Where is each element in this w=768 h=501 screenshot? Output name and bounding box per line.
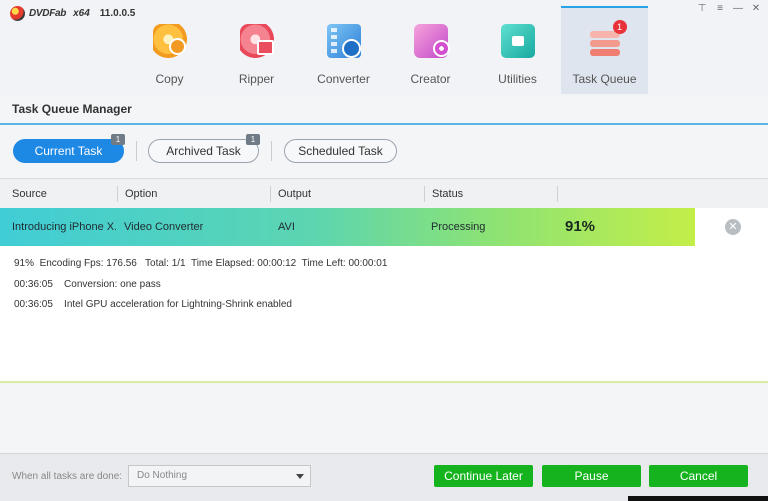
- task-log-panel: 91% Encoding Fps: 176.56 Total: 1/1 Time…: [0, 246, 768, 383]
- window-controls: ⊤ ≡ — ✕: [696, 3, 762, 15]
- tab-count-badge: 1: [111, 134, 125, 145]
- tab-label: Current Task: [34, 144, 103, 158]
- task-option: Video Converter: [124, 221, 204, 233]
- pause-button[interactable]: Pause: [542, 465, 641, 487]
- column-header-status[interactable]: Status: [424, 179, 463, 209]
- tab-divider: [271, 141, 272, 161]
- task-queue-badge: 1: [612, 20, 627, 34]
- nav-label: Copy: [155, 72, 184, 86]
- nav-converter[interactable]: Converter: [300, 6, 387, 94]
- nav-task-queue[interactable]: 1 Task Queue: [561, 6, 648, 94]
- nav-creator[interactable]: Creator: [387, 6, 474, 94]
- log-line: 00:36:05 Conversion: one pass: [14, 279, 161, 290]
- task-status: Processing: [431, 221, 486, 233]
- nav-label: Creator: [410, 72, 451, 86]
- module-nav: Copy Ripper Converter Creator Utilities …: [126, 6, 648, 94]
- nav-label: Utilities: [498, 72, 537, 86]
- task-output: AVI: [278, 221, 295, 233]
- logo-text: DVDFab: [29, 7, 67, 19]
- task-source: Introducing iPhone X...: [12, 221, 116, 233]
- app-header: DVDFab x64 11.0.0.5 ⊤ ≡ — ✕ Copy Ripper …: [0, 0, 768, 96]
- nav-label: Task Queue: [572, 72, 637, 86]
- app-logo: DVDFab x64 11.0.0.5: [10, 5, 135, 21]
- log-line: 00:36:05 Intel GPU acceleration for Ligh…: [14, 299, 292, 310]
- task-table-header: Source Option Output Status: [0, 178, 768, 208]
- nav-copy[interactable]: Copy: [126, 6, 213, 94]
- task-tabs: Current Task 1 Archived Task 1 Scheduled…: [0, 125, 768, 177]
- tab-divider: [136, 141, 137, 161]
- pin-icon[interactable]: ⊤: [696, 3, 708, 15]
- tab-scheduled-task[interactable]: Scheduled Task: [284, 139, 397, 163]
- column-header-option[interactable]: Option: [117, 179, 157, 209]
- app-arch: x64: [73, 7, 90, 19]
- creator-icon: [413, 24, 450, 58]
- page-title: Task Queue Manager: [12, 102, 132, 116]
- column-header-source[interactable]: Source: [4, 179, 47, 209]
- minimize-icon[interactable]: —: [732, 3, 744, 15]
- screen-edge: [628, 496, 768, 501]
- continue-later-button[interactable]: Continue Later: [434, 465, 533, 487]
- tab-archived-task[interactable]: Archived Task 1: [148, 134, 260, 163]
- task-queue-icon: 1: [588, 20, 627, 60]
- nav-label: Converter: [317, 72, 370, 86]
- queue-empty-area: [0, 385, 768, 453]
- copy-disc-icon: [152, 24, 187, 58]
- select-value: Do Nothing: [137, 470, 188, 481]
- nav-utilities[interactable]: Utilities: [474, 6, 561, 94]
- tab-current-task[interactable]: Current Task 1: [13, 134, 125, 163]
- cancel-button[interactable]: Cancel: [649, 465, 748, 487]
- nav-ripper[interactable]: Ripper: [213, 6, 300, 94]
- converter-film-icon: [326, 24, 361, 58]
- utilities-toolbox-icon: [500, 24, 535, 58]
- after-done-select[interactable]: Do Nothing: [128, 465, 311, 487]
- tab-label: Archived Task: [166, 144, 241, 158]
- tab-label: Scheduled Task: [298, 144, 383, 158]
- close-icon[interactable]: ✕: [750, 3, 762, 15]
- menu-icon[interactable]: ≡: [714, 3, 726, 15]
- column-header-output[interactable]: Output: [270, 179, 311, 209]
- log-line: 91% Encoding Fps: 176.56 Total: 1/1 Time…: [14, 258, 388, 269]
- tab-count-badge: 1: [246, 134, 260, 145]
- footer-bar: When all tasks are done: Do Nothing Cont…: [0, 453, 768, 501]
- task-percent: 91%: [565, 218, 596, 235]
- chevron-down-icon: [296, 474, 304, 479]
- remove-task-icon[interactable]: ✕: [725, 219, 741, 235]
- ripper-disc-icon: [239, 24, 274, 58]
- after-done-label: When all tasks are done:: [12, 471, 123, 482]
- nav-label: Ripper: [238, 72, 275, 86]
- table-row[interactable]: Introducing iPhone X... Video Converter …: [0, 208, 768, 246]
- column-divider: [557, 186, 558, 202]
- dvdfab-logo-icon: [10, 5, 25, 21]
